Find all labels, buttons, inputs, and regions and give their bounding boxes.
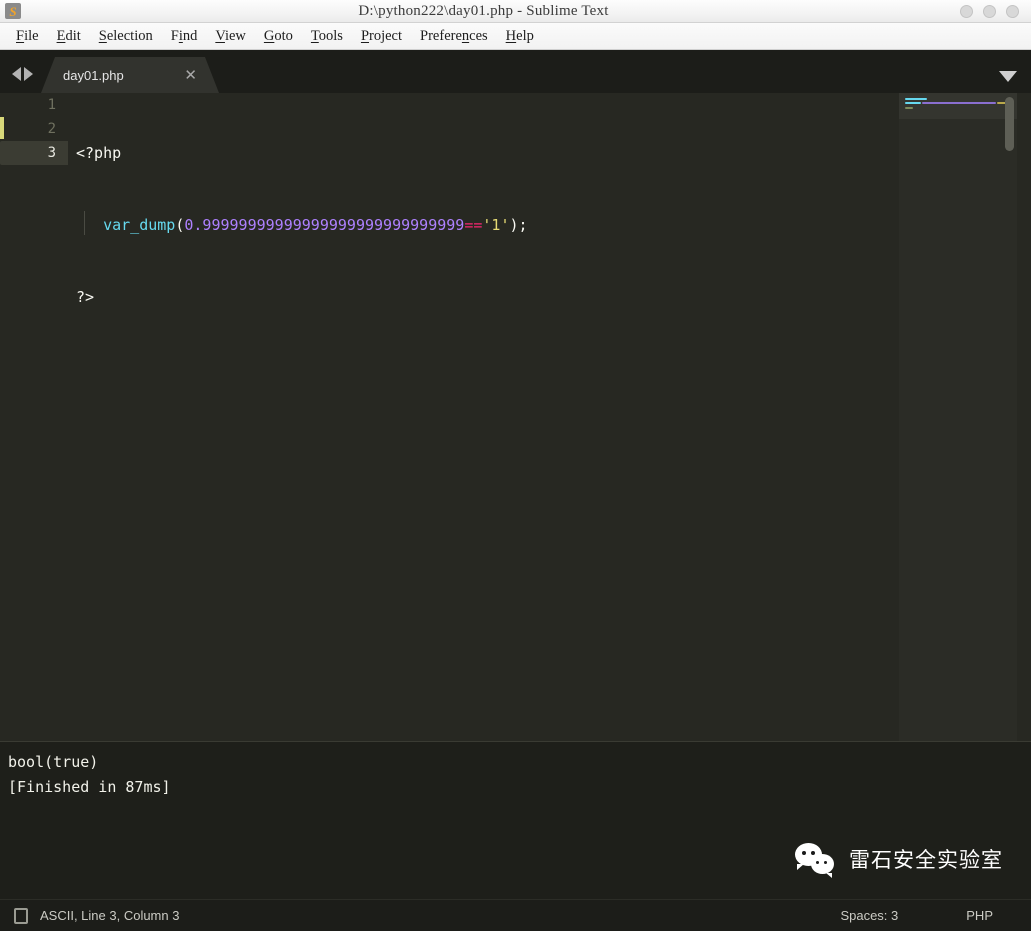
status-indentation[interactable]: Spaces: 3: [840, 908, 898, 923]
menu-label-find-rest: nd: [183, 28, 198, 44]
maximize-button[interactable]: [983, 5, 996, 18]
menu-item-view[interactable]: View: [206, 25, 255, 48]
watermark-text: 雷石安全实验室: [849, 848, 1003, 873]
menu-label-goto-rest: oto: [274, 28, 293, 44]
minimap-code-line-1: [905, 98, 927, 100]
wechat-eye-1: [802, 851, 806, 855]
line-number-2: 2: [0, 117, 68, 141]
book-icon[interactable]: [14, 908, 28, 924]
code-line-2: var_dump(0.99999999999999999999999999999…: [76, 213, 1031, 237]
token-float-literal: 0.99999999999999999999999999999: [184, 216, 464, 234]
code-content[interactable]: <?php var_dump(0.99999999999999999999999…: [68, 93, 1031, 741]
token-php-close: ?>: [76, 288, 94, 306]
wechat-bubble-small: [811, 854, 834, 874]
minimap[interactable]: [899, 93, 1017, 741]
watermark: 雷石安全实验室: [795, 843, 1003, 877]
chevron-down-icon[interactable]: [999, 71, 1017, 82]
token-close-paren-semicolon: );: [510, 216, 528, 234]
menu-bar: File Edit Selection Find View Goto Tools…: [0, 23, 1031, 50]
menu-item-edit[interactable]: Edit: [48, 25, 90, 48]
token-indent: [76, 216, 103, 234]
menu-item-goto[interactable]: Goto: [255, 25, 302, 48]
code-editor[interactable]: 1 2 3 <?php var_dump(0.99999999999999999…: [0, 93, 1031, 741]
tab-label: day01.php: [63, 68, 124, 83]
menu-label-selection-rest: election: [107, 28, 153, 44]
menu-item-project[interactable]: Project: [352, 25, 411, 48]
menu-item-find[interactable]: Find: [162, 25, 207, 48]
status-encoding-position[interactable]: ASCII, Line 3, Column 3: [40, 908, 179, 923]
sublime-text-window: S D:\python222\day01.php - Sublime Text …: [0, 0, 1031, 931]
minimap-code-line-3: [905, 107, 913, 109]
minimap-code-line-2: [905, 102, 921, 104]
menu-label-help-rest: elp: [516, 28, 534, 44]
close-button[interactable]: [1006, 5, 1019, 18]
nav-next-icon[interactable]: [24, 67, 33, 81]
code-line-1: <?php: [76, 141, 1031, 165]
menu-label-view-rest: iew: [225, 28, 246, 44]
status-bar: ASCII, Line 3, Column 3 Spaces: 3 PHP: [0, 899, 1031, 931]
menu-item-file[interactable]: File: [7, 25, 48, 48]
menu-label-preferences-rest: ces: [469, 28, 488, 44]
menu-label-edit-rest: dit: [65, 28, 80, 44]
minimap-code-line-2b: [922, 102, 996, 104]
code-line-3: ?>: [76, 285, 1031, 309]
tab-bar: day01.php ✕: [0, 50, 1031, 93]
menu-label-file-rest: ile: [24, 28, 39, 44]
menu-label-tools-rest: ools: [319, 28, 343, 44]
wechat-eye-2: [811, 851, 815, 855]
console-line-2: [Finished in 87ms]: [8, 778, 171, 796]
menu-item-tools[interactable]: Tools: [302, 25, 352, 48]
cursor-line-marker: [0, 117, 4, 139]
status-syntax[interactable]: PHP: [966, 908, 993, 923]
close-icon[interactable]: ✕: [184, 68, 197, 83]
build-output-panel[interactable]: bool(true) [Finished in 87ms] 雷石安全实验室: [0, 741, 1031, 899]
token-equality-operator: ==: [464, 216, 482, 234]
nav-prev-icon[interactable]: [12, 67, 21, 81]
minimize-button[interactable]: [960, 5, 973, 18]
wechat-eye-4: [824, 861, 827, 864]
menu-item-help[interactable]: Help: [497, 25, 543, 48]
tab-day01-php[interactable]: day01.php ✕: [41, 57, 219, 93]
token-string-literal: '1': [482, 216, 509, 234]
title-bar: S D:\python222\day01.php - Sublime Text: [0, 0, 1031, 23]
minimap-viewport[interactable]: [899, 93, 1017, 119]
line-number-3: 3: [0, 141, 68, 165]
vertical-scrollbar[interactable]: [1005, 97, 1014, 151]
wechat-eye-3: [816, 861, 819, 864]
window-title: D:\python222\day01.php - Sublime Text: [7, 3, 960, 20]
token-php-open: <?php: [76, 144, 121, 162]
menu-item-preferences[interactable]: Preferences: [411, 25, 497, 48]
window-controls[interactable]: [960, 5, 1019, 18]
wechat-icon: [795, 843, 837, 877]
line-number-1: 1: [0, 93, 68, 117]
tab-nav-arrows[interactable]: [0, 67, 43, 93]
console-line-1: bool(true): [8, 753, 98, 771]
status-right-group: Spaces: 3 PHP: [840, 908, 993, 923]
menu-item-selection[interactable]: Selection: [90, 25, 162, 48]
token-function-name: var_dump: [103, 216, 175, 234]
menu-label-project-rest: roject: [369, 28, 402, 44]
line-number-gutter: 1 2 3: [0, 93, 68, 741]
